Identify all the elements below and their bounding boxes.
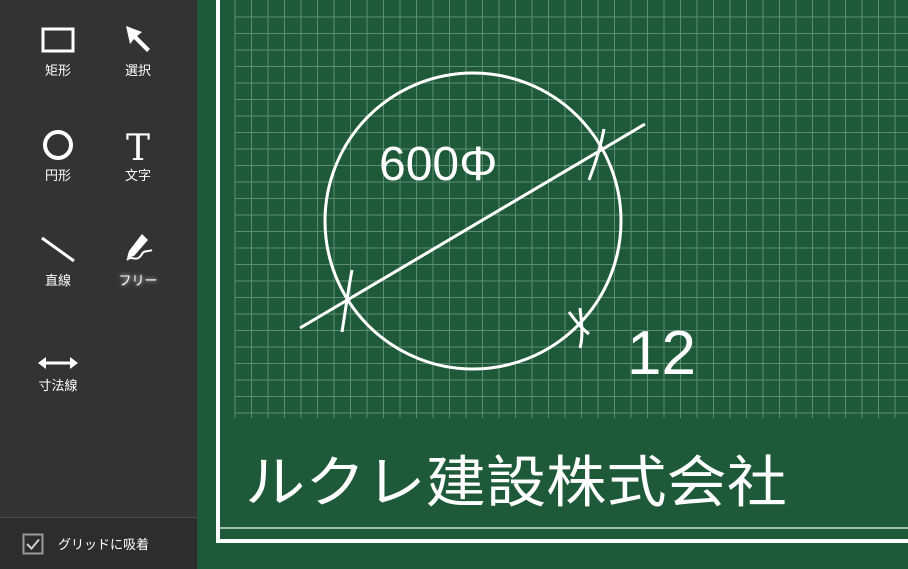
grid-snap-checkbox[interactable]: [22, 533, 44, 555]
company-text[interactable]: ルクレ建設株式会社: [245, 451, 787, 516]
tool-text[interactable]: T 文字: [98, 115, 178, 195]
pen-icon: [126, 234, 153, 261]
tool-circle[interactable]: 円形: [18, 115, 98, 195]
tool-line-label: 直線: [44, 274, 71, 289]
rectangle-icon: [41, 27, 75, 53]
tool-line[interactable]: 直線: [18, 220, 98, 300]
tool-free-label: フリー: [118, 274, 158, 289]
number-text[interactable]: 12: [627, 319, 696, 388]
tool-free[interactable]: フリー: [98, 220, 178, 300]
tool-select-label: 選択: [124, 64, 151, 79]
text-t-icon: T: [126, 128, 150, 163]
drawing-canvas[interactable]: 600Φ 12 ルクレ建設株式会社: [197, 0, 908, 568]
tool-rectangle-label: 矩形: [44, 64, 71, 79]
double-arrow-icon: [38, 357, 78, 369]
grid-snap-label: グリッドに吸着: [58, 538, 150, 553]
arrow-pointer-icon: [126, 26, 150, 52]
tool-circle-label: 円形: [44, 169, 71, 184]
tool-dimension-label: 寸法線: [38, 379, 78, 394]
svg-text:T: T: [126, 128, 150, 163]
tool-rectangle[interactable]: 矩形: [18, 10, 98, 90]
chalkboard[interactable]: 600Φ 12 ルクレ建設株式会社: [197, 0, 908, 568]
circle-icon: [43, 130, 73, 160]
line-icon: [41, 236, 75, 263]
toolbar-panel: 矩形 選択 円形 T 文字 直線 フリー 寸法線 グリッドに吸着: [0, 0, 197, 569]
tool-select[interactable]: 選択: [98, 10, 178, 90]
grid-snap-bar: グリッドに吸着: [0, 517, 197, 569]
dimension-text[interactable]: 600Φ: [379, 138, 497, 191]
tool-dimension[interactable]: 寸法線: [18, 325, 98, 405]
tool-text-label: 文字: [124, 169, 151, 184]
